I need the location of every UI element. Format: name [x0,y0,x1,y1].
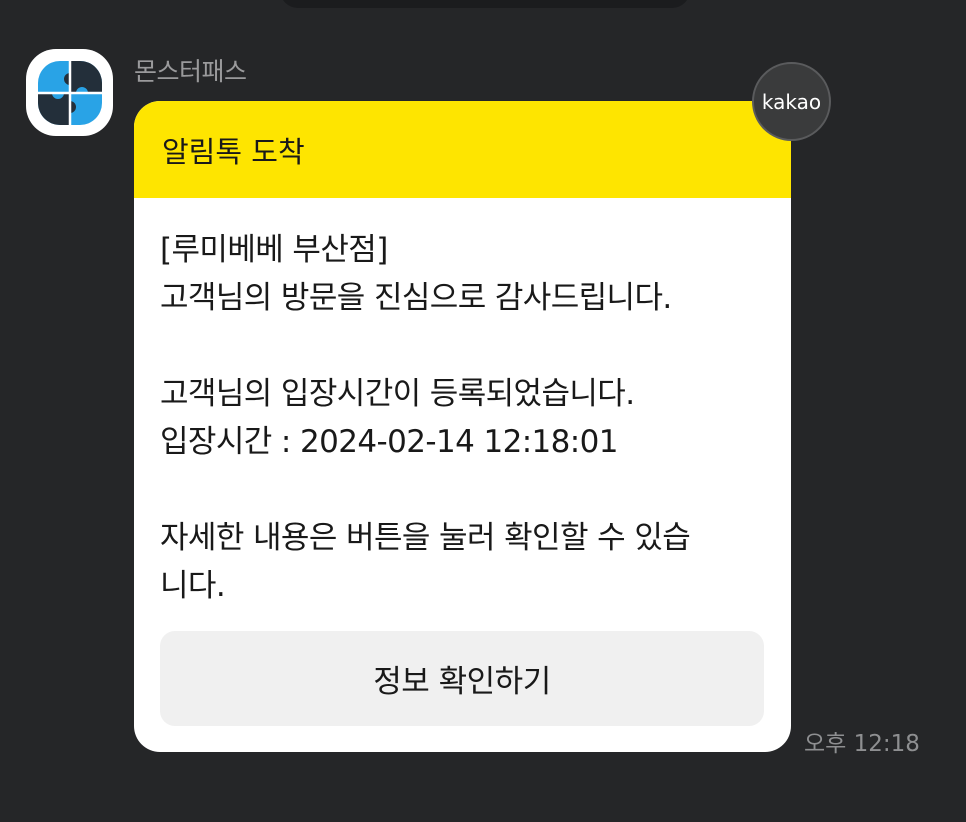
message-line: [루미베베 부산점] [160,232,388,268]
sender-profile-avatar[interactable] [26,49,113,136]
sender-name: 몬스터패스 [134,57,247,86]
info-confirm-button[interactable]: 정보 확인하기 [160,631,764,726]
message-line: 고객님의 방문을 진심으로 감사드립니다. [160,280,672,316]
message-line: 니다. [160,568,226,604]
message-timestamp: 오후 12:18 [804,731,920,757]
top-pill-bar [280,0,690,8]
alimtalk-message-bubble: 알림톡 도착 [루미베베 부산점] 고객님의 방문을 진심으로 감사드립니다. … [134,101,791,752]
kakao-badge: kakao [752,62,831,141]
message-body: [루미베베 부산점] 고객님의 방문을 진심으로 감사드립니다. 고객님의 입장… [134,198,791,610]
message-line: 입장시간 : 2024-02-14 12:18:01 [160,424,618,460]
puzzle-logo-icon [37,60,102,125]
message-line [160,322,771,370]
message-header: 알림톡 도착 [134,101,791,198]
message-line [160,466,771,514]
message-line: 자세한 내용은 버튼을 눌러 확인할 수 있습 [160,520,691,556]
message-line: 고객님의 입장시간이 등록되었습니다. [160,376,635,412]
